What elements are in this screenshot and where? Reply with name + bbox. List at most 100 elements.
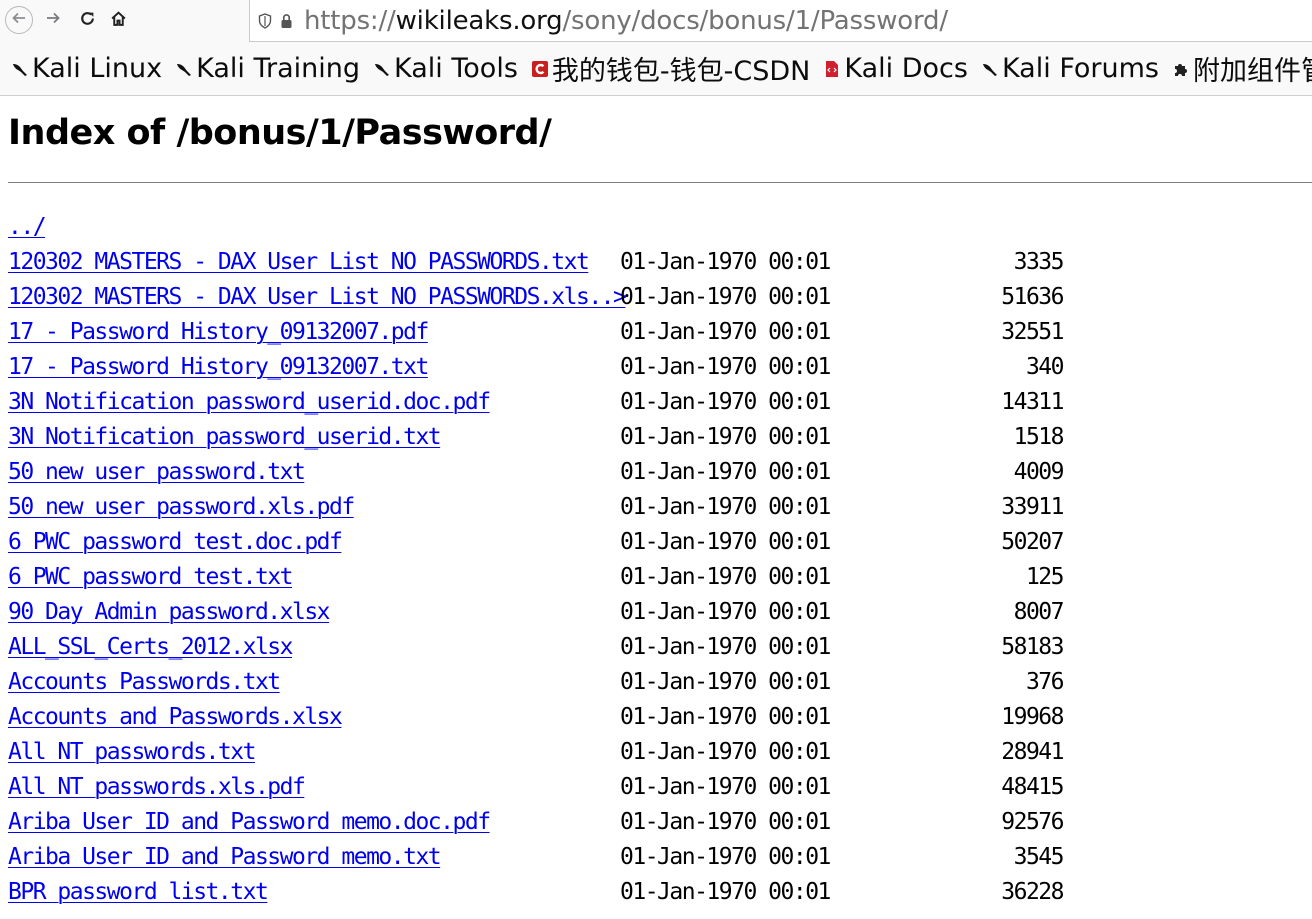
file-link[interactable]: 50 new user password.txt <box>8 455 306 490</box>
list-item: All NT passwords.xls.pdf 01-Jan-1970 00:… <box>8 770 1312 805</box>
file-link[interactable]: 6 PWC password test.txt <box>8 560 294 595</box>
file-size: 28941 <box>1001 739 1064 765</box>
file-date: 01-Jan-1970 00:01 <box>620 599 831 625</box>
list-item: 50 new user password.xls.pdf 01-Jan-1970… <box>8 490 1312 525</box>
file-size: 8007 <box>1013 599 1065 625</box>
file-date: 01-Jan-1970 00:01 <box>620 634 831 660</box>
file-link[interactable]: 50 new user password.xls.pdf <box>8 490 355 525</box>
file-link[interactable]: 90 Day Admin password.xlsx <box>8 595 331 630</box>
file-link[interactable]: Accounts and Passwords.xlsx <box>8 700 343 735</box>
file-link[interactable]: 17 - Password History_09132007.txt <box>8 350 429 385</box>
file-size: 3335 <box>1013 249 1065 275</box>
file-date: 01-Jan-1970 00:01 <box>620 319 831 345</box>
file-link[interactable]: BPR password list.txt <box>8 875 269 910</box>
browser-toolbar: https://wikileaks.org/sony/docs/bonus/1/… <box>0 0 1312 42</box>
file-size: 36228 <box>1001 879 1064 905</box>
file-link[interactable]: All NT passwords.txt <box>8 735 256 770</box>
bookmark-kali-tools[interactable]: Kali Tools <box>372 53 518 84</box>
list-item: 3N Notification password_userid.txt 01-J… <box>8 420 1312 455</box>
file-size: 340 <box>1025 354 1065 380</box>
puzzle-icon <box>1171 58 1191 80</box>
file-size: 33911 <box>1001 494 1064 520</box>
file-size: 14311 <box>1001 389 1064 415</box>
address-bar[interactable]: https://wikileaks.org/sony/docs/bonus/1/… <box>249 0 1312 42</box>
reload-icon <box>79 10 96 31</box>
file-link[interactable]: Ariba User ID and Password memo.txt <box>8 840 442 875</box>
reload-button[interactable] <box>72 5 102 35</box>
horizontal-rule <box>8 182 1312 183</box>
page-title: Index of /bonus/1/Password/ <box>8 113 552 153</box>
list-item: Ariba User ID and Password memo.doc.pdf … <box>8 805 1312 840</box>
file-size: 1518 <box>1013 424 1065 450</box>
file-date: 01-Jan-1970 00:01 <box>620 564 831 590</box>
bookmark-kali-docs[interactable]: Kali Docs <box>822 53 968 84</box>
bookmark-label: Kali Linux <box>32 53 163 84</box>
file-date: 01-Jan-1970 00:01 <box>620 809 831 835</box>
arrow-right-icon <box>45 10 61 30</box>
file-date: 01-Jan-1970 00:01 <box>620 704 831 730</box>
file-date: 01-Jan-1970 00:01 <box>620 249 831 275</box>
file-link[interactable]: 120302 MASTERS - DAX User List NO PASSWO… <box>8 245 590 280</box>
bookmark-kali-forums[interactable]: Kali Forums <box>980 53 1159 84</box>
list-item: 90 Day Admin password.xlsx 01-Jan-1970 0… <box>8 595 1312 630</box>
home-button[interactable] <box>103 5 133 35</box>
bookmark-csdn-wallet[interactable]: 我的钱包-钱包-CSDN <box>530 49 810 88</box>
lock-icon[interactable] <box>280 12 294 30</box>
bookmark-kali-linux[interactable]: Kali Linux <box>10 53 162 84</box>
parent-directory-link[interactable]: ../ <box>8 210 47 245</box>
file-size: 48415 <box>1001 774 1064 800</box>
file-date: 01-Jan-1970 00:01 <box>620 879 831 905</box>
file-size: 32551 <box>1001 319 1064 345</box>
url-host: wikileaks.org <box>395 5 563 36</box>
bookmark-addons-manager[interactable]: 附加组件管 <box>1171 49 1312 88</box>
kali-dragon-icon <box>372 58 392 80</box>
file-link[interactable]: 17 - Password History_09132007.pdf <box>8 315 429 350</box>
list-item: 6 PWC password test.txt 01-Jan-1970 00:0… <box>8 560 1312 595</box>
file-size: 4009 <box>1013 459 1065 485</box>
list-item: Ariba User ID and Password memo.txt 01-J… <box>8 840 1312 875</box>
bookmark-label: Kali Forums <box>1001 53 1159 84</box>
back-button[interactable] <box>5 6 33 34</box>
file-link[interactable]: Accounts Passwords.txt <box>8 665 281 700</box>
file-link[interactable]: All NT passwords.xls.pdf <box>8 770 306 805</box>
list-item: 120302 MASTERS - DAX User List NO PASSWO… <box>8 245 1312 280</box>
bookmark-kali-training[interactable]: Kali Training <box>174 53 360 84</box>
file-link[interactable]: 6 PWC password test.doc.pdf <box>8 525 343 560</box>
kali-dragon-icon <box>980 58 1000 80</box>
page-content: Index of /bonus/1/Password/ ../ 120302 M… <box>0 97 1312 919</box>
bookmark-label: 附加组件管 <box>1192 56 1312 87</box>
file-date: 01-Jan-1970 00:01 <box>620 844 831 870</box>
file-date: 01-Jan-1970 00:01 <box>620 354 831 380</box>
list-item: ALL_SSL_Certs_2012.xlsx 01-Jan-1970 00:0… <box>8 630 1312 665</box>
file-link[interactable]: 120302 MASTERS - DAX User List NO PASSWO… <box>8 280 627 315</box>
file-size: 125 <box>1025 564 1065 590</box>
url-scheme: https:// <box>304 5 396 36</box>
list-item: BPR password list.txt 01-Jan-1970 00:01 … <box>8 875 1312 910</box>
url-text[interactable]: https://wikileaks.org/sony/docs/bonus/1/… <box>304 6 948 36</box>
list-item: 120302 MASTERS - DAX User List NO PASSWO… <box>8 280 1312 315</box>
bookmark-label: 我的钱包-钱包-CSDN <box>551 56 811 87</box>
file-date: 01-Jan-1970 00:01 <box>620 389 831 415</box>
bookmark-label: Kali Training <box>196 53 361 84</box>
file-date: 01-Jan-1970 00:01 <box>620 529 831 555</box>
list-item: All NT passwords.txt 01-Jan-1970 00:01 2… <box>8 735 1312 770</box>
list-item: 6 PWC password test.doc.pdf 01-Jan-1970 … <box>8 525 1312 560</box>
arrow-left-icon <box>11 10 27 30</box>
list-item: 3N Notification password_userid.doc.pdf … <box>8 385 1312 420</box>
kali-dragon-icon <box>174 58 194 80</box>
list-item: Accounts Passwords.txt 01-Jan-1970 00:01… <box>8 665 1312 700</box>
shield-icon[interactable] <box>258 12 274 30</box>
file-link[interactable]: Ariba User ID and Password memo.doc.pdf <box>8 805 491 840</box>
forward-button[interactable] <box>38 5 68 35</box>
file-link[interactable]: 3N Notification password_userid.txt <box>8 420 442 455</box>
file-size: 51636 <box>1001 284 1064 310</box>
file-link[interactable]: 3N Notification password_userid.doc.pdf <box>8 385 491 420</box>
home-icon <box>110 10 127 31</box>
bookmarks-toolbar: Kali Linux Kali Training Kali Tools 我的钱包… <box>0 42 1312 96</box>
list-item: 50 new user password.txt 01-Jan-1970 00:… <box>8 455 1312 490</box>
csdn-icon <box>530 58 550 80</box>
file-link[interactable]: ALL_SSL_Certs_2012.xlsx <box>8 630 294 665</box>
file-date: 01-Jan-1970 00:01 <box>620 669 831 695</box>
file-size: 92576 <box>1001 809 1064 835</box>
file-date: 01-Jan-1970 00:01 <box>620 774 831 800</box>
